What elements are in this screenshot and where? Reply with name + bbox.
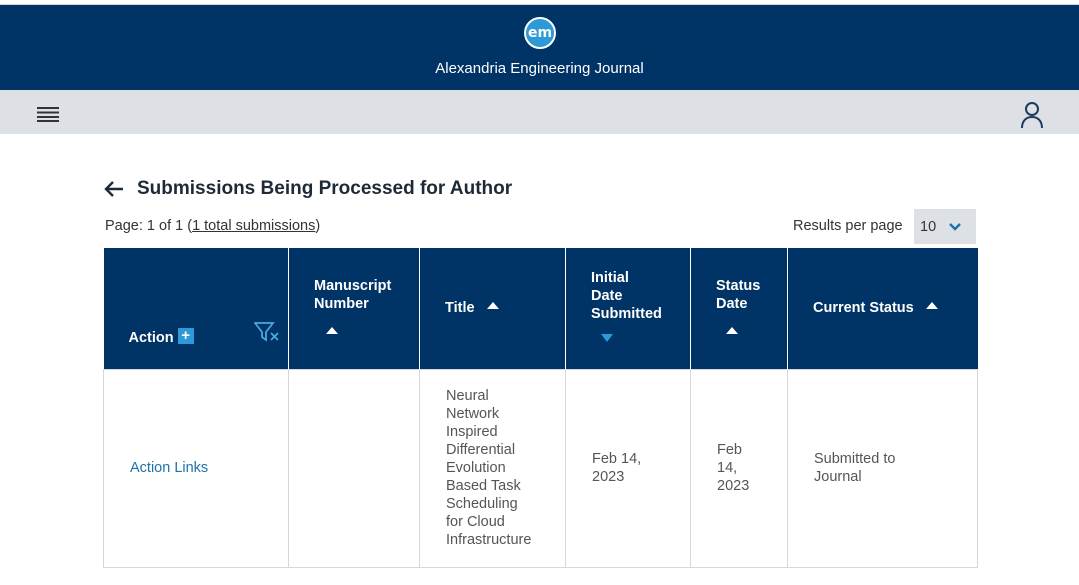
- action-links[interactable]: Action Links: [130, 460, 208, 476]
- journal-header: em Alexandria Engineering Journal: [0, 5, 1079, 90]
- results-per-page-label: Results per page: [793, 218, 903, 234]
- header-status-line2: Date: [716, 296, 748, 313]
- sort-up-icon[interactable]: [726, 327, 738, 335]
- header-manuscript-line2: Number: [314, 296, 369, 313]
- chevron-down-icon: [949, 222, 961, 231]
- header-initial-line1: Initial: [591, 270, 629, 287]
- sort-up-icon[interactable]: [486, 302, 499, 310]
- title-line: for Cloud: [446, 514, 505, 530]
- cell-current-status: Submitted to Journal: [787, 368, 978, 568]
- header-status-line1: Status: [716, 278, 761, 295]
- navbar: [0, 90, 1079, 134]
- page-label: Page: 1 of 1 (: [105, 218, 193, 234]
- title-line: Scheduling: [446, 496, 518, 512]
- sort-up-icon[interactable]: [326, 327, 338, 335]
- page-title: Submissions Being Processed for Author: [137, 178, 513, 199]
- arrow-left-icon[interactable]: [103, 179, 125, 199]
- page-suffix: ): [315, 218, 321, 234]
- cell-status-date: Feb 14, 2023: [690, 368, 788, 568]
- status-date-line: 2023: [717, 478, 750, 494]
- title-line: Neural: [446, 388, 489, 404]
- header-status-date[interactable]: Status Date: [690, 248, 788, 369]
- header-title-label: Title: [445, 300, 475, 317]
- current-status-line: Journal: [814, 469, 862, 485]
- clear-filter-icon[interactable]: [253, 321, 280, 343]
- sort-down-icon[interactable]: [601, 334, 613, 343]
- header-manuscript-line1: Manuscript: [314, 278, 392, 295]
- header-initial-line3: Submitted: [591, 306, 662, 323]
- results-per-page-select[interactable]: 10: [914, 209, 976, 244]
- table-header-row: Action + Manuscript Number Title Initial …: [103, 248, 978, 369]
- header-action-label: Action: [128, 329, 174, 346]
- sort-up-icon[interactable]: [925, 302, 938, 310]
- header-title[interactable]: Title: [419, 248, 566, 369]
- header-action: Action +: [103, 248, 289, 369]
- header-current-status-label: Current Status: [813, 300, 914, 317]
- submissions-table: Action + Manuscript Number Title Initial …: [103, 248, 978, 568]
- status-date-line: Feb: [717, 442, 742, 458]
- cell-manuscript-number: [288, 368, 420, 568]
- initial-date-line: Feb 14,: [592, 451, 642, 467]
- table-row: Action Links Neural Network Inspired Dif…: [103, 368, 978, 568]
- cell-initial-date: Feb 14, 2023: [565, 368, 691, 568]
- title-line: Inspired: [446, 424, 498, 440]
- title-line: Differential: [446, 442, 516, 458]
- cell-title: Neural Network Inspired Differential Evo…: [419, 368, 566, 568]
- status-date-line: 14,: [717, 460, 738, 476]
- header-manuscript-number[interactable]: Manuscript Number: [288, 248, 420, 369]
- initial-date-line: 2023: [592, 469, 625, 485]
- header-initial-date-submitted[interactable]: Initial Date Submitted: [565, 248, 691, 369]
- results-per-page-value: 10: [920, 218, 937, 235]
- hamburger-menu-icon[interactable]: [37, 106, 59, 122]
- title-line: Infrastructure: [446, 532, 532, 548]
- header-current-status[interactable]: Current Status: [787, 248, 978, 369]
- cell-action: Action Links: [103, 368, 289, 568]
- title-line: Network: [446, 406, 500, 422]
- total-submissions-link[interactable]: 1 total submissions: [192, 218, 315, 234]
- expand-plus-icon[interactable]: +: [177, 327, 194, 344]
- title-line: Evolution: [446, 460, 506, 476]
- em-logo[interactable]: em: [524, 17, 556, 49]
- header-initial-line2: Date: [591, 288, 623, 305]
- pagination-info: Page: 1 of 1 (1 total submissions): [105, 218, 320, 234]
- user-icon[interactable]: [1019, 101, 1045, 129]
- current-status-line: Submitted to: [814, 451, 896, 467]
- page-heading: Submissions Being Processed for Author: [103, 176, 512, 202]
- journal-title: Alexandria Engineering Journal: [435, 60, 644, 77]
- title-line: Based Task: [446, 478, 521, 494]
